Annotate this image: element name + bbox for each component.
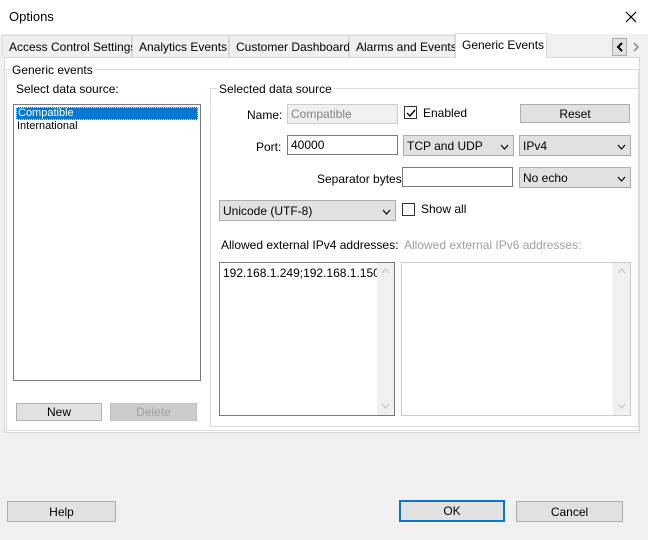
cancel-button[interactable]: Cancel — [516, 501, 623, 522]
chevron-up-icon — [617, 268, 626, 274]
ipv6-addresses-label: Allowed external IPv6 addresses: — [404, 238, 582, 252]
generic-events-group-label: Generic events — [10, 63, 95, 77]
tab-access-control-settings[interactable]: Access Control Settings — [2, 35, 136, 57]
list-item[interactable]: Compatible — [16, 107, 198, 120]
name-label: Name: — [247, 108, 283, 122]
ok-button[interactable]: OK — [399, 500, 505, 522]
close-icon — [625, 11, 637, 23]
title-bar — [0, 0, 648, 34]
ip-version-value: IPv4 — [523, 138, 548, 153]
tab-generic-events[interactable]: Generic Events — [455, 33, 547, 58]
ipv4-addresses-label: Allowed external IPv4 addresses: — [221, 238, 399, 252]
encoding-value: Unicode (UTF-8) — [223, 203, 313, 218]
ipv4-addresses-field[interactable]: 192.168.1.249;192.168.1.150 — [219, 262, 395, 416]
chevron-down-icon — [380, 204, 392, 218]
chevron-right-icon — [632, 42, 639, 52]
ipv6-scrollbar[interactable] — [613, 263, 630, 415]
protocol-value: TCP and UDP — [407, 138, 483, 153]
echo-value: No echo — [523, 170, 568, 185]
chevron-down-icon — [615, 171, 627, 185]
name-field[interactable]: Compatible — [287, 104, 398, 124]
echo-select[interactable]: No echo — [519, 167, 631, 188]
select-data-source-label: Select data source: — [16, 82, 119, 96]
checkmark-icon — [406, 109, 416, 117]
new-button[interactable]: New — [16, 403, 102, 421]
list-item[interactable]: International — [17, 120, 78, 132]
separator-bytes-field[interactable] — [402, 167, 513, 187]
chevron-down-icon — [617, 403, 626, 409]
delete-button[interactable]: Delete — [110, 403, 197, 421]
port-label: Port: — [256, 140, 282, 154]
port-field[interactable]: 40000 — [287, 135, 398, 155]
reset-button[interactable]: Reset — [520, 104, 630, 123]
ipv6-addresses-field[interactable] — [401, 262, 631, 416]
window-title: Options — [9, 9, 54, 24]
chevron-down-icon — [381, 403, 390, 409]
show-all-label: Show all — [421, 202, 467, 216]
ipv4-scrollbar[interactable] — [377, 263, 394, 415]
enabled-checkbox[interactable] — [404, 106, 417, 119]
tab-scroll-left-button[interactable] — [612, 38, 627, 56]
chevron-left-icon — [616, 42, 623, 52]
enabled-label: Enabled — [423, 106, 468, 120]
tab-alarms-and-events[interactable]: Alarms and Events — [349, 35, 457, 57]
tab-analytics-events[interactable]: Analytics Events — [132, 35, 229, 57]
chevron-down-icon — [615, 139, 627, 153]
data-source-list[interactable]: Compatible International — [13, 104, 201, 381]
encoding-select[interactable]: Unicode (UTF-8) — [219, 200, 396, 221]
show-all-checkbox[interactable] — [402, 203, 415, 216]
chevron-down-icon — [498, 139, 510, 153]
close-button[interactable] — [620, 6, 642, 28]
tab-customer-dashboard[interactable]: Customer Dashboard — [229, 35, 350, 57]
ip-version-select[interactable]: IPv4 — [519, 135, 631, 156]
selected-data-source-group-label: Selected data source — [217, 82, 334, 96]
ipv4-addresses-value: 192.168.1.249;192.168.1.150 — [223, 266, 380, 280]
help-button[interactable]: Help — [7, 501, 116, 522]
protocol-select[interactable]: TCP and UDP — [403, 135, 514, 156]
tab-scroll-right-button[interactable] — [628, 38, 643, 56]
chevron-up-icon — [381, 268, 390, 274]
separator-bytes-label: Separator bytes — [317, 172, 402, 186]
